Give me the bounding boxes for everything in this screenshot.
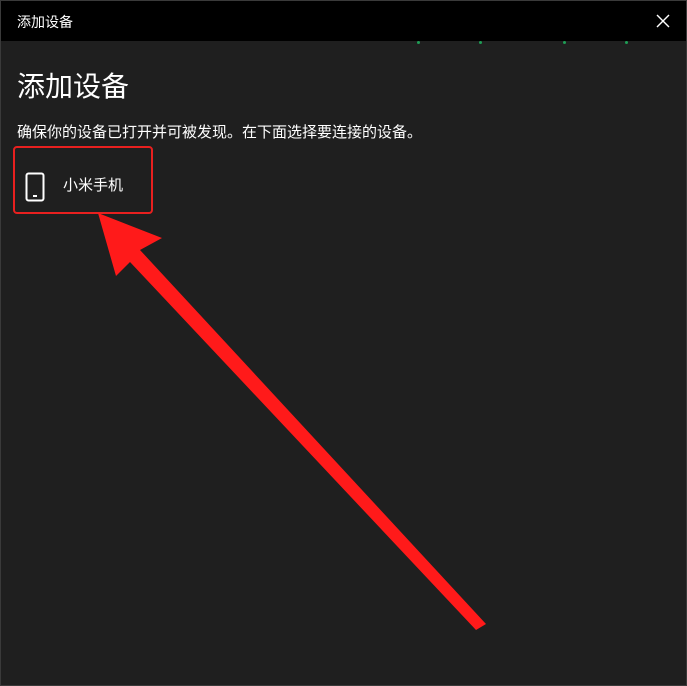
device-item-xiaomi-phone[interactable]: 小米手机: [13, 146, 153, 214]
close-icon: [656, 14, 670, 28]
progress-dot: [479, 41, 482, 44]
window-title: 添加设备: [17, 15, 73, 31]
close-button[interactable]: [640, 1, 686, 41]
progress-dot: [625, 41, 628, 44]
add-device-window: 添加设备 添加设备 确保你的设备已打开并可被发现。在下面选择要连接的设备。 小米…: [0, 0, 687, 686]
title-bar: 添加设备: [1, 1, 686, 41]
phone-icon: [25, 172, 45, 206]
progress-dot: [417, 41, 420, 44]
instructions-text: 确保你的设备已打开并可被发现。在下面选择要连接的设备。: [17, 123, 423, 141]
device-label: 小米手机: [63, 176, 124, 194]
page-title: 添加设备: [17, 70, 130, 103]
progress-dot: [563, 41, 566, 44]
